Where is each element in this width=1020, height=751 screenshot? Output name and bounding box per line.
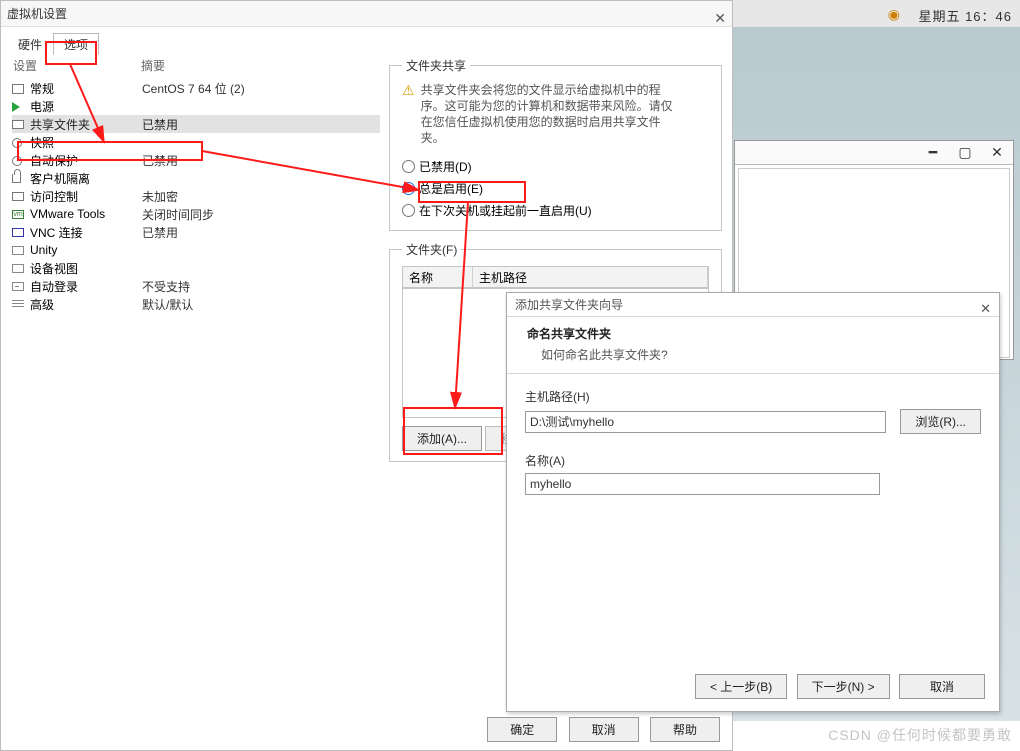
add-folder-button[interactable]: 添加(A)... bbox=[402, 426, 482, 451]
settings-row[interactable]: 常规 CentOS 7 64 位 (2) bbox=[12, 79, 380, 97]
wizard-cancel-button[interactable]: 取消 bbox=[899, 674, 985, 699]
wizard-close-icon[interactable]: ✕ bbox=[980, 297, 991, 321]
circle-icon bbox=[12, 138, 22, 148]
settings-row[interactable]: 自动登录 不受支持 bbox=[12, 277, 380, 295]
row-label: 快照 bbox=[30, 134, 54, 151]
folders-col-host: 主机路径 bbox=[473, 267, 708, 288]
row-summary: CentOS 7 64 位 (2) bbox=[142, 80, 380, 97]
clock: 星期五 16：46 bbox=[918, 6, 1012, 25]
ok-button[interactable]: 确定 bbox=[487, 717, 557, 742]
dialog-footer: 确定 取消 帮助 bbox=[479, 717, 720, 742]
cancel-button[interactable]: 取消 bbox=[569, 717, 639, 742]
folders-legend: 文件夹(F) bbox=[402, 241, 461, 258]
login-icon bbox=[12, 282, 24, 291]
row-summary: 已禁用 bbox=[142, 116, 380, 133]
vnc-icon bbox=[12, 228, 24, 237]
host-path-label: 主机路径(H) bbox=[525, 388, 981, 405]
col-setting: 设置 bbox=[11, 57, 141, 74]
bg-close-icon[interactable]: ✕ bbox=[981, 141, 1013, 163]
help-button[interactable]: 帮助 bbox=[650, 717, 720, 742]
row-label: 访问控制 bbox=[30, 188, 78, 205]
radio-disabled[interactable]: 已禁用(D) bbox=[402, 156, 709, 176]
row-summary: 关闭时间同步 bbox=[142, 206, 380, 223]
back-button[interactable]: < 上一步(B) bbox=[695, 674, 787, 699]
wizard-title: 添加共享文件夹向导 bbox=[515, 298, 623, 312]
radio-until[interactable]: 在下次关机或挂起前一直启用(U) bbox=[402, 200, 709, 220]
row-label: 自动保护 bbox=[30, 152, 78, 169]
status-icon: ◉ bbox=[888, 6, 900, 23]
share-fieldset: 文件夹共享 ⚠ 共享文件夹会将您的文件显示给虚拟机中的程序。这可能为您的计算机和… bbox=[389, 57, 722, 231]
row-summary: 默认/默认 bbox=[142, 296, 380, 313]
settings-row[interactable]: VNC 连接 已禁用 bbox=[12, 223, 380, 241]
settings-row[interactable]: Unity bbox=[12, 241, 380, 259]
share-legend: 文件夹共享 bbox=[402, 57, 470, 74]
share-hint: 共享文件夹会将您的文件显示给虚拟机中的程序。这可能为您的计算机和数据带来风险。请… bbox=[421, 82, 681, 146]
row-label: 客户机隔离 bbox=[30, 170, 90, 187]
row-label: Unity bbox=[30, 243, 57, 257]
row-label: 共享文件夹 bbox=[30, 116, 90, 133]
row-label: 自动登录 bbox=[30, 278, 78, 295]
folders-col-name: 名称 bbox=[403, 267, 473, 288]
settings-row[interactable]: 快照 bbox=[12, 133, 380, 151]
settings-row[interactable]: 访问控制 未加密 bbox=[12, 187, 380, 205]
row-label: VNC 连接 bbox=[30, 224, 83, 241]
warning-icon: ⚠ bbox=[402, 82, 415, 146]
radio-until-label: 在下次关机或挂起前一直启用(U) bbox=[419, 202, 592, 219]
next-button[interactable]: 下一步(N) > bbox=[797, 674, 890, 699]
folder-icon bbox=[12, 192, 24, 201]
tab-hardware[interactable]: 硬件 bbox=[7, 33, 53, 55]
dialog-title: 虚拟机设置 bbox=[7, 7, 67, 21]
row-label: 常规 bbox=[30, 80, 54, 97]
radio-always[interactable]: 总是启用(E) bbox=[402, 178, 709, 198]
wizard-heading: 命名共享文件夹 bbox=[527, 325, 985, 342]
unity-icon bbox=[12, 264, 24, 273]
row-summary: 未加密 bbox=[142, 188, 380, 205]
tab-options[interactable]: 选项 bbox=[53, 33, 99, 55]
tab-bar: 硬件 选项 bbox=[1, 27, 732, 51]
settings-row[interactable]: 自动保护 已禁用 bbox=[12, 151, 380, 169]
play-icon bbox=[12, 102, 20, 112]
watermark: CSDN @任何时候都要勇敢 bbox=[828, 725, 1012, 745]
share-name-label: 名称(A) bbox=[525, 452, 981, 469]
host-path-input[interactable] bbox=[525, 411, 886, 433]
circle-icon bbox=[12, 156, 22, 166]
browse-button[interactable]: 浏览(R)... bbox=[900, 409, 981, 434]
row-summary: 已禁用 bbox=[142, 152, 380, 169]
settings-row[interactable]: 高级 默认/默认 bbox=[12, 295, 380, 313]
bg-max-icon[interactable]: ▢ bbox=[949, 141, 981, 163]
row-summary: 已禁用 bbox=[142, 224, 380, 241]
bars-icon bbox=[12, 300, 24, 309]
settings-row[interactable]: 设备视图 bbox=[12, 259, 380, 277]
row-label: 设备视图 bbox=[30, 260, 78, 277]
settings-row[interactable]: 共享文件夹 已禁用 bbox=[12, 115, 380, 133]
radio-disabled-label: 已禁用(D) bbox=[419, 158, 472, 175]
settings-row[interactable]: vm VMware Tools 关闭时间同步 bbox=[12, 205, 380, 223]
settings-row[interactable]: 客户机隔离 bbox=[12, 169, 380, 187]
folder-icon bbox=[12, 120, 24, 129]
row-summary: 不受支持 bbox=[142, 278, 380, 295]
row-label: 电源 bbox=[30, 98, 54, 115]
close-icon[interactable]: ✕ bbox=[714, 5, 726, 31]
vm-icon: vm bbox=[12, 210, 24, 219]
wizard-subheading: 如何命名此共享文件夹? bbox=[527, 346, 985, 363]
add-shared-folder-wizard: 添加共享文件夹向导 ✕ 命名共享文件夹 如何命名此共享文件夹? 主机路径(H) … bbox=[506, 292, 1000, 712]
row-label: 高级 bbox=[30, 296, 54, 313]
settings-list-panel: 设置 摘要 常规CentOS 7 64 位 (2)电源共享文件夹已禁用快照自动保… bbox=[11, 57, 381, 711]
share-name-input[interactable] bbox=[525, 473, 880, 495]
lock-icon bbox=[12, 174, 21, 183]
unity-icon bbox=[12, 246, 24, 255]
col-summary: 摘要 bbox=[141, 57, 381, 74]
dialog-titlebar: 虚拟机设置 ✕ bbox=[1, 1, 732, 27]
bg-min-icon[interactable]: ━ bbox=[917, 141, 949, 163]
settings-row[interactable]: 电源 bbox=[12, 97, 380, 115]
square-icon bbox=[12, 84, 24, 94]
radio-always-label: 总是启用(E) bbox=[419, 180, 483, 197]
row-label: VMware Tools bbox=[30, 207, 105, 221]
